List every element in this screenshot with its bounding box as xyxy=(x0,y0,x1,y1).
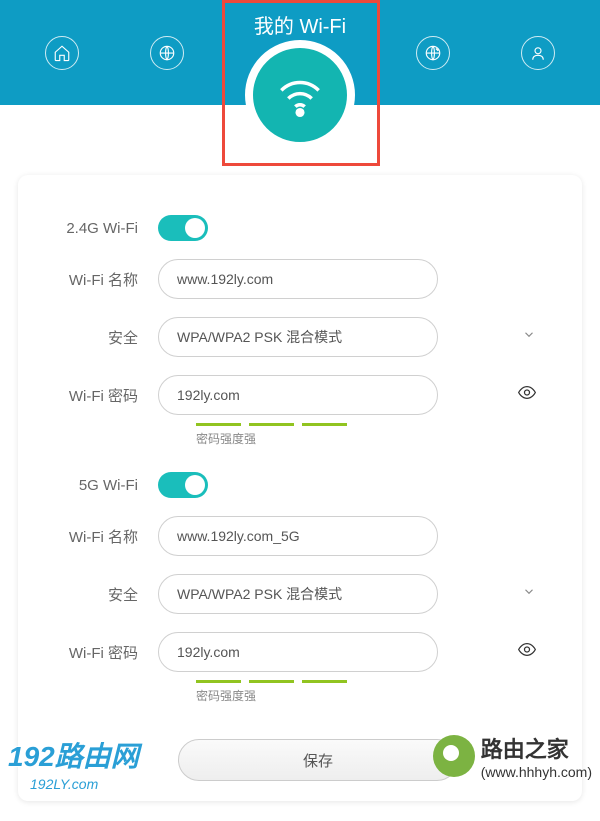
chevron-down-icon xyxy=(522,328,536,347)
watermark-left-sub: 192LY.com xyxy=(30,776,98,792)
name-5g-label: Wi-Fi 名称 xyxy=(48,526,158,547)
watermark-right-main: 路由之家 xyxy=(481,732,592,764)
name-24g-input[interactable] xyxy=(158,259,438,299)
eye-icon[interactable] xyxy=(517,383,537,408)
security-24g-label: 安全 xyxy=(48,327,158,348)
home-icon[interactable] xyxy=(45,36,79,70)
password-5g-label: Wi-Fi 密码 xyxy=(48,642,158,663)
password-5g-input[interactable] xyxy=(158,632,438,672)
main-content: 2.4G Wi-Fi Wi-Fi 名称 安全 Wi-Fi 密码 密码强度强 xyxy=(0,105,600,821)
band-24g-label: 2.4G Wi-Fi xyxy=(48,220,158,237)
wifi-center-icon[interactable] xyxy=(245,40,355,150)
security-24g-select[interactable] xyxy=(158,317,438,357)
speed-icon[interactable] xyxy=(416,36,450,70)
toggle-5g[interactable] xyxy=(158,472,208,498)
watermark-left: 192路由网 xyxy=(8,735,139,775)
security-5g-label: 安全 xyxy=(48,584,158,605)
name-24g-label: Wi-Fi 名称 xyxy=(48,269,158,290)
wifi-settings-card: 2.4G Wi-Fi Wi-Fi 名称 安全 Wi-Fi 密码 密码强度强 xyxy=(18,175,582,801)
save-button[interactable]: 保存 xyxy=(178,739,458,781)
page-title: 我的 Wi-Fi xyxy=(254,10,346,39)
password-24g-input[interactable] xyxy=(158,375,438,415)
security-5g-select[interactable] xyxy=(158,574,438,614)
strength-bars-5g xyxy=(196,680,552,683)
strength-text-5g: 密码强度强 xyxy=(196,687,552,704)
internet-icon[interactable] xyxy=(150,36,184,70)
name-5g-input[interactable] xyxy=(158,516,438,556)
watermark-right-sub: (www.hhhyh.com) xyxy=(481,764,592,780)
eye-icon[interactable] xyxy=(517,640,537,665)
watermark-logo-icon xyxy=(433,735,475,777)
toggle-24g[interactable] xyxy=(158,215,208,241)
strength-bars-24g xyxy=(196,423,552,426)
chevron-down-icon xyxy=(522,585,536,604)
band-5g-label: 5G Wi-Fi xyxy=(48,477,158,494)
strength-text-24g: 密码强度强 xyxy=(196,430,552,447)
watermark-right: 路由之家 (www.hhhyh.com) xyxy=(433,732,592,780)
password-24g-label: Wi-Fi 密码 xyxy=(48,385,158,406)
user-icon[interactable] xyxy=(521,36,555,70)
